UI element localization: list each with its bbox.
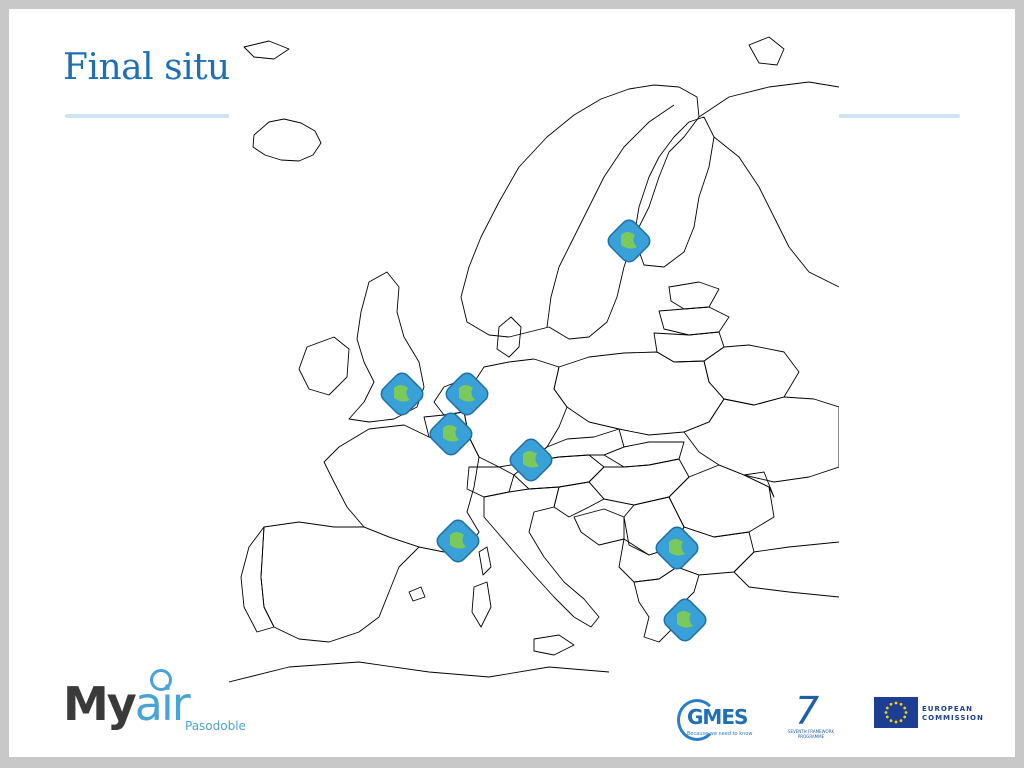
italy-outline <box>483 486 600 628</box>
marker-uk[interactable] <box>378 370 426 418</box>
eu-wordmark: EUROPEAN COMMISSION <box>922 705 984 723</box>
corsica-outline <box>478 546 492 576</box>
gmes-logo: GMES Because we need to know <box>677 699 757 741</box>
poland-outline <box>553 351 725 436</box>
myair-wordmark: Myair <box>63 677 191 731</box>
marker-southern-france[interactable] <box>434 517 482 565</box>
turkey-west-outline <box>733 541 839 598</box>
svalbard-outline <box>243 40 290 60</box>
marker-finland[interactable] <box>605 217 653 265</box>
hungary-outline <box>588 458 690 506</box>
myair-subtitle: Pasodoble <box>185 719 246 733</box>
europe-map <box>229 27 839 692</box>
marker-belgium[interactable] <box>427 410 475 458</box>
eu-line2: COMMISSION <box>922 714 984 722</box>
marker-bulgaria[interactable] <box>653 524 701 572</box>
myair-air: air <box>134 677 191 731</box>
slovakia-outline <box>603 441 685 468</box>
myair-logo: Myair Pasodoble <box>63 669 263 749</box>
marker-netherlands[interactable] <box>443 370 491 418</box>
eu-line1: EUROPEAN <box>922 705 973 713</box>
fp7-label: SEVENTH FRAMEWORK PROGRAMME <box>787 729 835 739</box>
eu-stars-icon <box>884 701 908 724</box>
portugal-outline <box>240 526 275 633</box>
country-borders <box>229 36 839 683</box>
sicily-outline <box>533 634 575 656</box>
norway-sweden-border <box>546 104 675 328</box>
novaya-outline <box>748 36 785 66</box>
title-underline-right <box>838 114 960 118</box>
myair-my: My <box>63 677 137 731</box>
spain-outline <box>260 521 420 643</box>
european-commission-logo: EUROPEAN COMMISSION <box>874 697 983 731</box>
title-underline-left <box>65 114 235 118</box>
iceland-outline <box>252 118 322 162</box>
fp7-number: 7 <box>795 689 820 733</box>
fp7-logo: 7 SEVENTH FRAMEWORK PROGRAMME <box>783 689 839 741</box>
europe-map-svg <box>229 36 839 683</box>
estonia-outline <box>668 281 720 310</box>
sardinia-outline <box>471 581 492 628</box>
north-africa-coast <box>229 661 610 683</box>
balearic-outline <box>408 586 426 602</box>
eu-flag-icon <box>874 697 918 728</box>
russia-west-border <box>698 81 839 288</box>
romania-outline <box>668 464 775 538</box>
marker-germany[interactable] <box>507 436 555 484</box>
slovenia-croatia-outline <box>553 481 605 518</box>
slide-title: Final situ <box>63 47 230 88</box>
bosnia-outline <box>573 508 625 546</box>
gmes-tagline: Because we need to know <box>687 731 753 737</box>
slide: Final situ Myair Pasodoble GMES Because … <box>9 9 1015 757</box>
ireland-outline <box>298 336 350 396</box>
marker-greece[interactable] <box>661 596 709 644</box>
lithuania-outline <box>653 331 725 363</box>
belarus-outline <box>703 344 800 406</box>
latvia-outline <box>658 306 730 336</box>
norway-sweden-outline <box>460 84 700 340</box>
gmes-wordmark: GMES <box>687 705 748 729</box>
